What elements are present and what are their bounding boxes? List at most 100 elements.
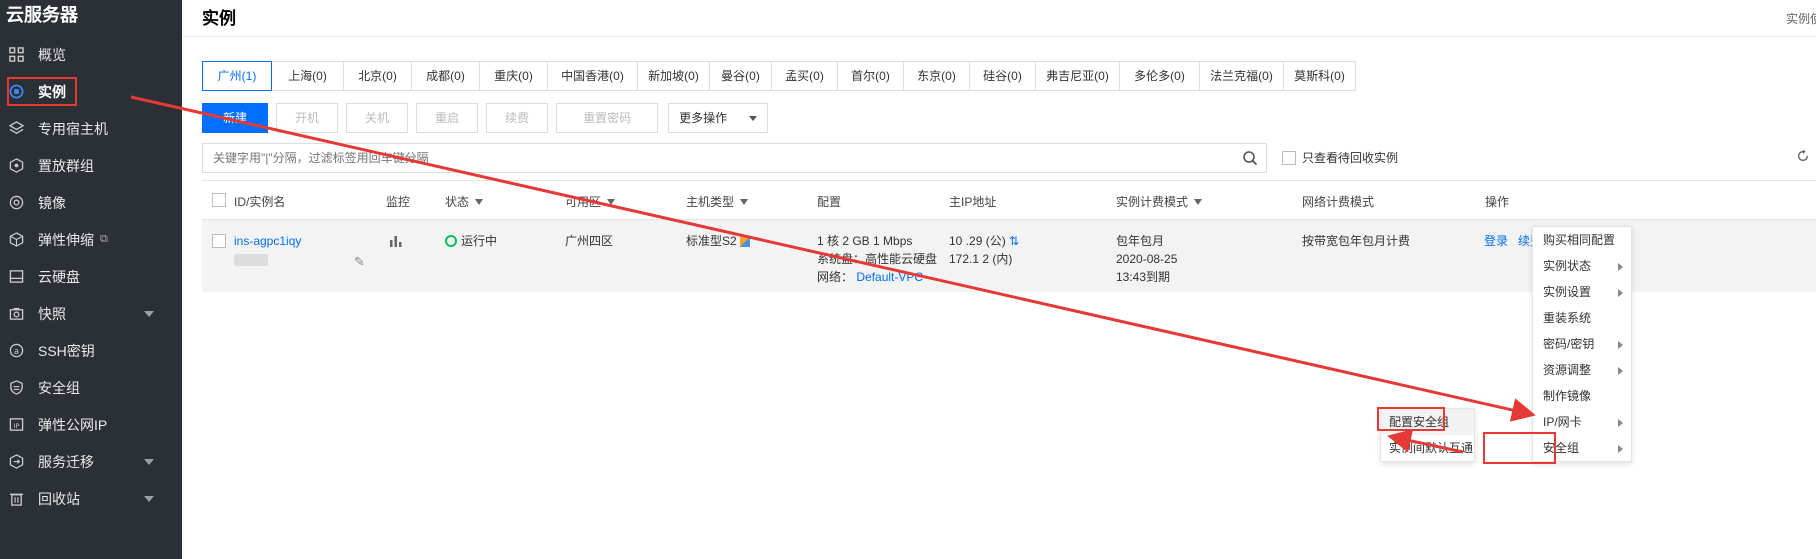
toolbar: 新建 开机 关机 重启 续费 重置密码 更多操作 [202, 103, 769, 133]
sidebar-item-label: 云硬盘 [38, 268, 80, 285]
filter-icon[interactable] [475, 198, 484, 205]
billing-expiry: 13:43到期 [1116, 270, 1171, 284]
sidebar-item-ssh-key[interactable]: a SSH密钥 [0, 332, 182, 369]
camera-icon [8, 306, 24, 322]
sidebar-item-elastic-ip[interactable]: IP 弹性公网IP [0, 406, 182, 443]
net-billing-cell: 按带宽包年包月计费 [1302, 234, 1411, 248]
sidebar-item-label: 概览 [38, 46, 66, 63]
region-tab[interactable]: 硅谷(0) [970, 61, 1036, 91]
billing-mode: 包年包月 [1116, 234, 1165, 248]
sidebar-item-auto-scaling[interactable]: 弹性伸缩 ⧉ [0, 221, 182, 258]
sidebar-item-overview[interactable]: 概览 [0, 36, 182, 73]
reset-password-button[interactable]: 重置密码 [556, 103, 659, 133]
swap-ip-icon[interactable]: ⇅ [1009, 234, 1019, 248]
sidebar-item-label: 镜像 [38, 194, 66, 211]
refresh-icon[interactable] [1796, 149, 1810, 166]
sidebar-item-migration[interactable]: 服务迁移 [0, 443, 182, 480]
filter-icon[interactable] [607, 198, 616, 205]
stop-button[interactable]: 关机 [346, 103, 409, 133]
column-id-label: ID/实例名 [234, 195, 286, 209]
column-type[interactable]: 主机类型 [686, 193, 749, 210]
region-tab[interactable]: 中国香港(0) [548, 61, 638, 91]
region-tabs: 广州(1) 上海(0) 北京(0) 成都(0) 重庆(0) 中国香港(0) 新加坡(0) 曼谷… [202, 61, 1356, 91]
disk-icon [8, 269, 24, 285]
restart-button[interactable]: 重启 [416, 103, 479, 133]
menu-item-resource-adjust[interactable]: 资源调整 [1533, 357, 1631, 383]
region-tab[interactable]: 成都(0) [412, 61, 480, 91]
instance-id-link[interactable]: ins-agpc1iqy [234, 232, 301, 250]
sidebar-item-images[interactable]: 镜像 [0, 184, 182, 221]
menu-item-reinstall[interactable]: 重装系统 [1533, 305, 1631, 331]
sidebar-item-dedicated-host[interactable]: 专用宿主机 [0, 110, 182, 147]
filter-icon[interactable] [740, 198, 749, 205]
chevron-down-icon [144, 459, 154, 465]
grid-icon [8, 47, 24, 63]
recycle-filter[interactable]: 只查看待回收实例 [1282, 149, 1398, 166]
region-tab[interactable]: 广州(1) [202, 61, 272, 91]
region-tab[interactable]: 曼谷(0) [710, 61, 772, 91]
chevron-right-icon [1618, 341, 1623, 349]
region-tab[interactable]: 莫斯科(0) [1284, 61, 1356, 91]
sidebar-item-placement-group[interactable]: 置放群组 [0, 147, 182, 184]
page-header: 实例 实例使用指南 [182, 0, 1816, 36]
status-cell: 运行中 [445, 232, 497, 250]
region-tab[interactable]: 弗吉尼亚(0) [1036, 61, 1120, 91]
sidebar-item-label: 专用宿主机 [38, 120, 108, 137]
region-tab[interactable]: 首尔(0) [838, 61, 904, 91]
start-button[interactable]: 开机 [276, 103, 339, 133]
menu-item-password-key[interactable]: 密码/密钥 [1533, 331, 1631, 357]
menu-item-create-image[interactable]: 制作镜像 [1533, 383, 1631, 409]
annotation-highlight-box [7, 77, 77, 106]
submenu-item-label: 实例间默认互通 [1389, 441, 1474, 455]
table-header: ID/实例名 监控 状态 可用区 主机类型 配置 主IP地址 实例计费模式 网络… [202, 180, 1816, 220]
ip-icon: IP [8, 417, 24, 433]
vpc-link[interactable]: Default-VPC [856, 270, 923, 284]
recycle-checkbox[interactable] [1282, 150, 1296, 165]
row-checkbox[interactable] [212, 234, 226, 248]
search-input[interactable] [203, 144, 1266, 172]
column-status[interactable]: 状态 [445, 193, 484, 210]
select-all-checkbox[interactable] [212, 193, 226, 207]
region-tab[interactable]: 多伦多(0) [1120, 61, 1200, 91]
billing-cell: 包年包月 2020-08-25 13:43到期 [1116, 232, 1177, 286]
edit-pencil-icon[interactable]: ✎ [354, 254, 365, 270]
region-tab[interactable]: 上海(0) [272, 61, 344, 91]
external-link-icon: ⧉ [100, 233, 108, 245]
chevron-right-icon [1618, 445, 1623, 453]
renew-button[interactable]: 续费 [486, 103, 549, 133]
status-label: 运行中 [461, 234, 498, 248]
region-tab[interactable]: 新加坡(0) [638, 61, 710, 91]
chevron-right-icon [1618, 367, 1623, 375]
column-monitor: 监控 [386, 193, 410, 210]
menu-item-buy-same[interactable]: 购买相同配置 [1533, 227, 1631, 253]
sidebar-item-snapshot[interactable]: 快照 [0, 295, 182, 332]
key-icon: a [8, 343, 24, 359]
column-zone[interactable]: 可用区 [565, 193, 616, 210]
search-icon[interactable] [1242, 150, 1258, 169]
sidebar-item-security-group[interactable]: 安全组 [0, 369, 182, 406]
column-billing[interactable]: 实例计费模式 [1116, 193, 1203, 210]
region-tab[interactable]: 孟买(0) [772, 61, 838, 91]
config-cell: 1 核 2 GB 1 Mbps 系统盘：高性能云硬盘 网络： Default-V… [817, 232, 937, 286]
shield-icon [8, 380, 24, 396]
ip-private: 172.1 2 (内) [949, 252, 1013, 266]
sidebar-item-cloud-disk[interactable]: 云硬盘 [0, 258, 182, 295]
more-operations-select[interactable]: 更多操作 [668, 103, 769, 133]
column-type-label: 主机类型 [686, 195, 735, 209]
sidebar-item-recycle-bin[interactable]: 回收站 [0, 480, 182, 517]
login-link[interactable]: 登录 [1484, 232, 1508, 249]
filter-icon[interactable] [1194, 198, 1203, 205]
submenu-item-default-interconnect[interactable]: 实例间默认互通 [1381, 435, 1474, 461]
config-network: 网络： Default-VPC [817, 268, 937, 286]
zone-cell: 广州四区 [565, 234, 614, 248]
region-tab[interactable]: 东京(0) [904, 61, 970, 91]
new-button[interactable]: 新建 [202, 103, 269, 133]
monitor-chart-icon[interactable] [389, 234, 403, 253]
region-tab[interactable]: 北京(0) [344, 61, 412, 91]
help-link[interactable]: 实例使用指南 [1786, 10, 1816, 27]
region-tab[interactable]: 重庆(0) [480, 61, 548, 91]
region-tab[interactable]: 法兰克福(0) [1200, 61, 1284, 91]
menu-item-instance-status[interactable]: 实例状态 [1533, 253, 1631, 279]
menu-item-instance-settings[interactable]: 实例设置 [1533, 279, 1631, 305]
sidebar-item-label: 置放群组 [38, 157, 94, 174]
